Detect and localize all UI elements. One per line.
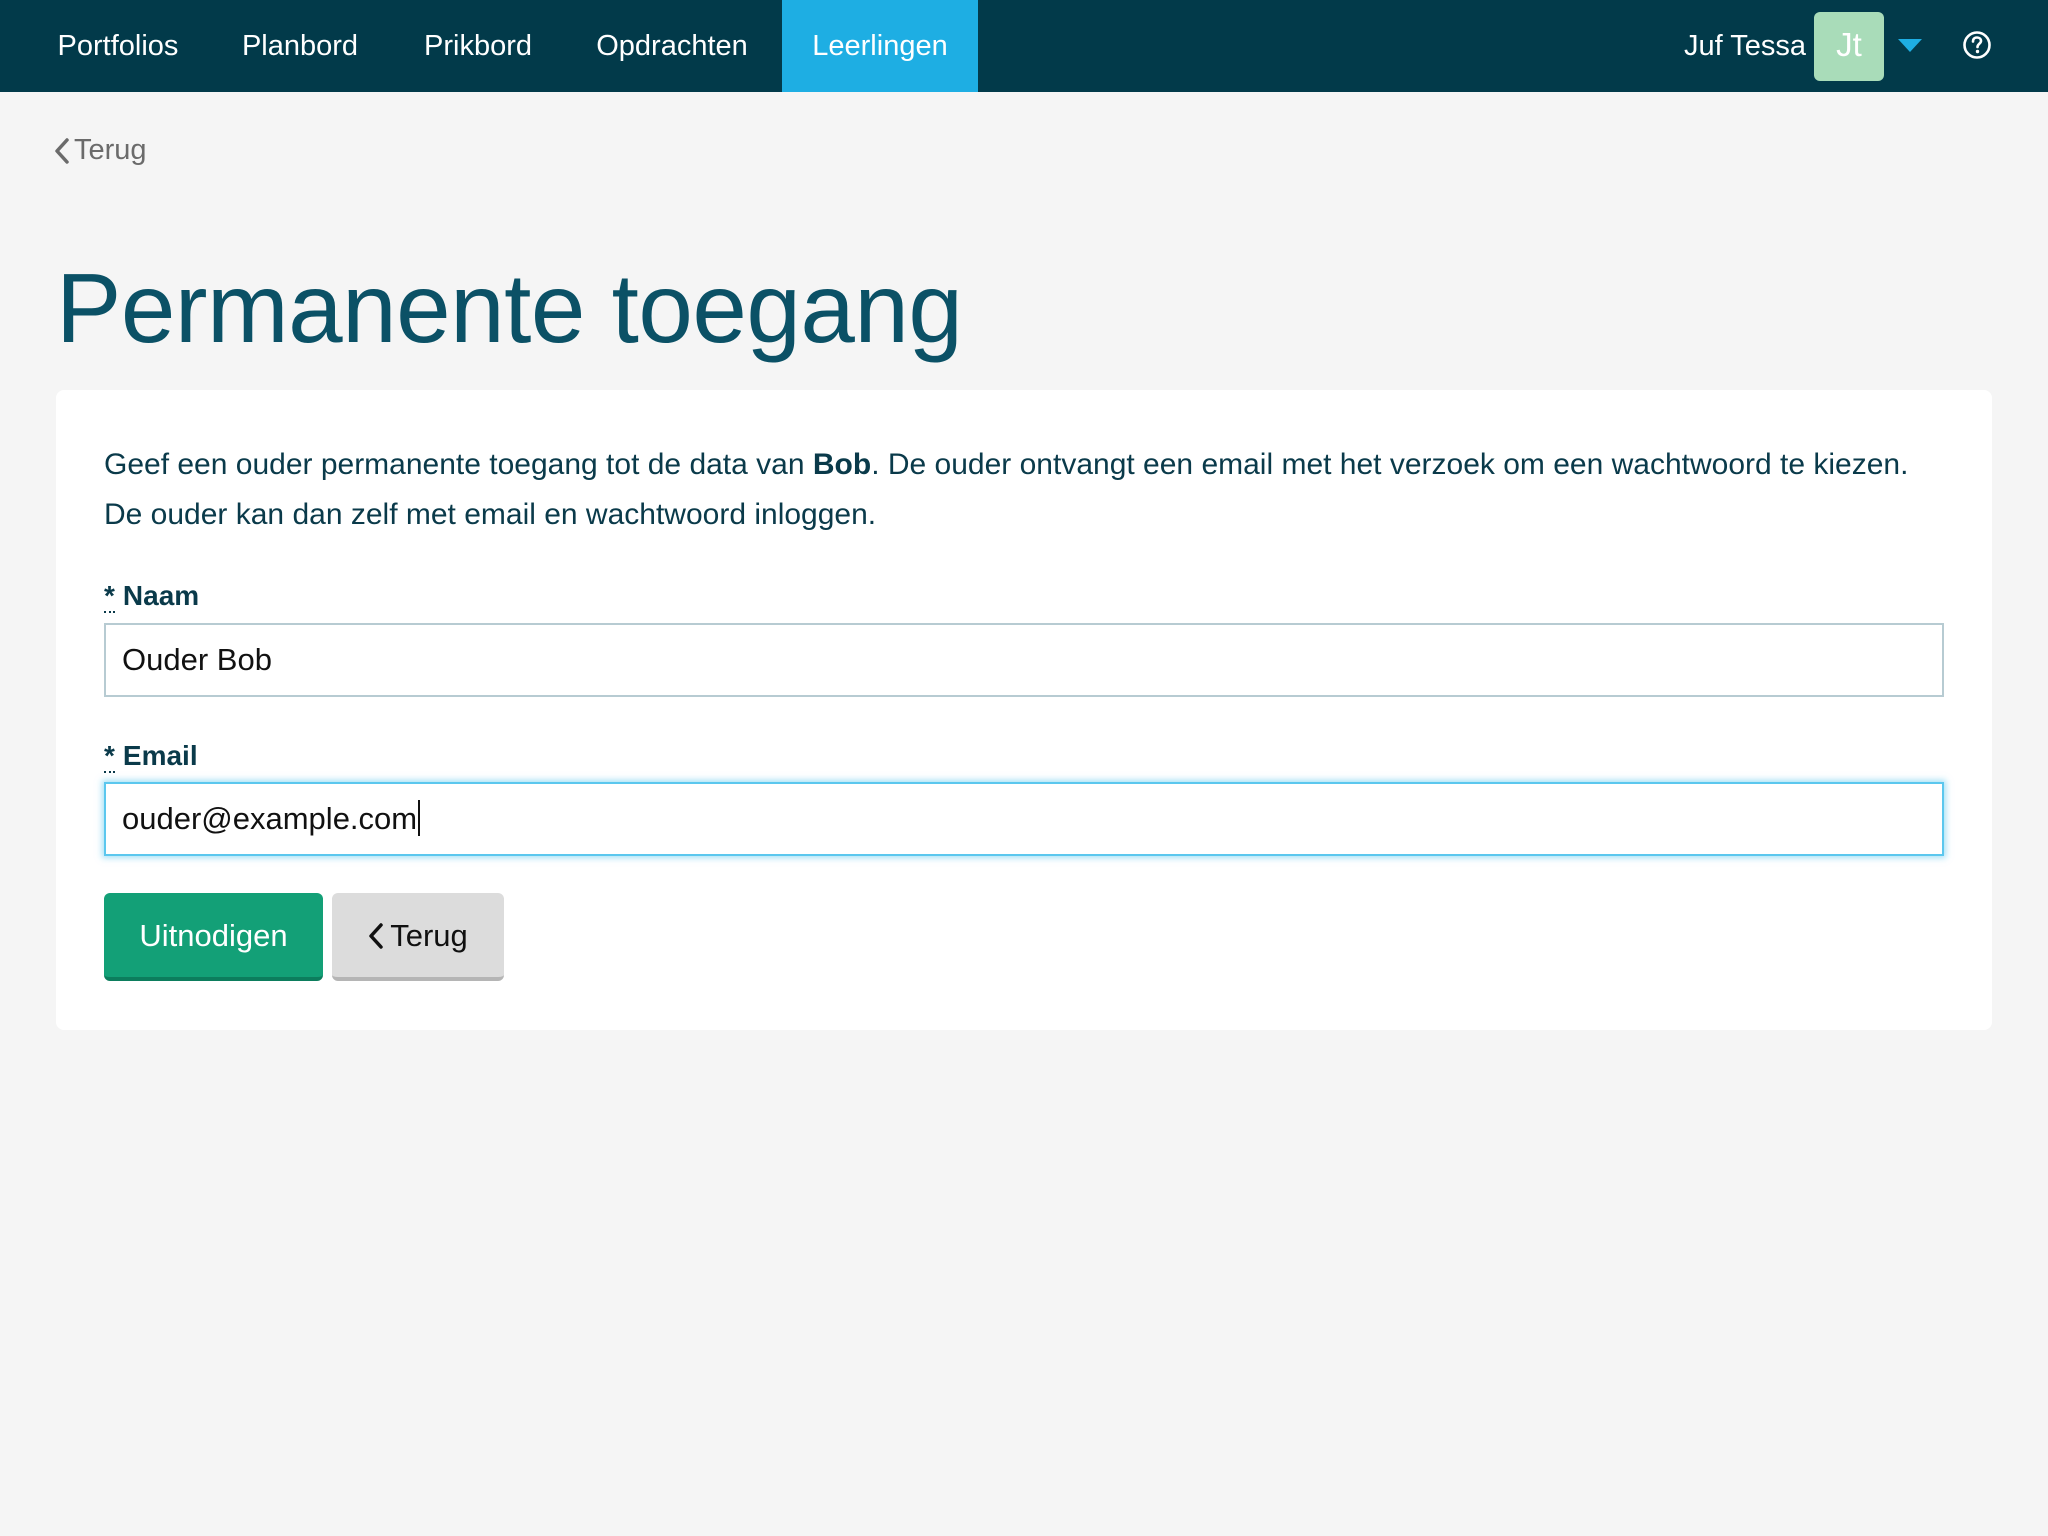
back-button[interactable]: Terug [332, 893, 504, 981]
name-input[interactable]: Ouder Bob [104, 623, 1944, 697]
invite-form-card: Geef een ouder permanente toegang tot de… [56, 390, 1992, 1030]
email-label: * Email [104, 740, 198, 773]
required-marker: * [104, 580, 115, 613]
required-marker: * [104, 740, 115, 773]
back-link-label: Terug [74, 134, 147, 166]
text-cursor [418, 799, 421, 836]
invite-button[interactable]: Uitnodigen [104, 893, 323, 981]
top-navigation: Portfolios Planbord Prikbord Opdrachten … [0, 0, 2048, 92]
name-label-text: Naam [122, 580, 200, 611]
nav-item-leerlingen[interactable]: Leerlingen [782, 0, 978, 92]
student-name: Bob [812, 448, 872, 481]
nav-item-portfolios[interactable]: Portfolios [30, 0, 206, 92]
name-input-value: Ouder Bob [122, 642, 272, 677]
email-input[interactable]: ouder@example.com [104, 782, 1944, 856]
question-circle-icon[interactable] [1962, 30, 1992, 60]
back-button-label: Terug [390, 918, 468, 953]
chevron-left-icon [55, 138, 69, 165]
intro-text-start: Geef een ouder permanente toegang tot de… [104, 448, 813, 481]
caret-down-icon[interactable] [1898, 39, 1922, 53]
intro-text: Geef een ouder permanente toegang tot de… [104, 440, 1954, 540]
email-label-text: Email [122, 740, 198, 771]
avatar[interactable]: Jt [1814, 12, 1884, 81]
back-link[interactable]: Terug [54, 130, 147, 170]
name-label: * Naam [104, 580, 200, 613]
email-input-value: ouder@example.com [122, 801, 418, 836]
nav-item-prikbord[interactable]: Prikbord [398, 0, 558, 92]
nav-item-planbord[interactable]: Planbord [214, 0, 386, 92]
page-title: Permanente toegang [56, 253, 963, 363]
chevron-left-icon [369, 923, 383, 949]
nav-item-opdrachten[interactable]: Opdrachten [572, 0, 772, 92]
user-name[interactable]: Juf Tessa [1684, 0, 1806, 92]
